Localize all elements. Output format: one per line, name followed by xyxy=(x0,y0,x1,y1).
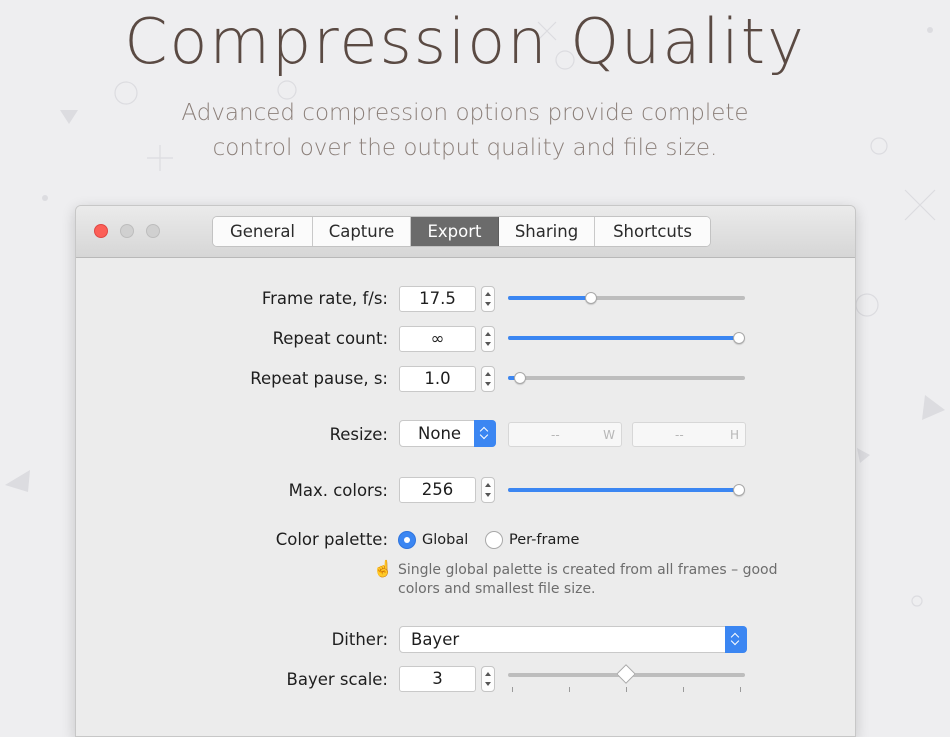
slider-knob[interactable] xyxy=(733,484,745,496)
tick-mark xyxy=(740,687,741,692)
hero-subtitle-line-2: control over the output quality and file… xyxy=(212,135,718,161)
slider-fill xyxy=(508,488,739,492)
max-colors-label: Max. colors: xyxy=(288,481,388,500)
frame-rate-label: Frame rate, f/s: xyxy=(261,289,388,308)
tab-capture[interactable]: Capture xyxy=(313,217,411,246)
height-unit: H xyxy=(729,428,739,442)
tick-mark xyxy=(626,687,627,692)
tick-mark xyxy=(683,687,684,692)
repeat-count-label: Repeat count: xyxy=(272,329,388,348)
slider-fill xyxy=(508,296,591,300)
bayer-scale-field[interactable]: 3 xyxy=(399,666,476,692)
tab-general[interactable]: General xyxy=(213,217,313,246)
repeat-count-slider[interactable] xyxy=(508,332,745,344)
frame-rate-slider[interactable] xyxy=(508,292,745,304)
width-unit: W xyxy=(603,428,615,442)
radio-global-label[interactable]: Global xyxy=(422,531,468,549)
dither-select-value: Bayer xyxy=(411,630,460,649)
minimize-button[interactable] xyxy=(120,224,134,238)
frame-rate-stepper[interactable] xyxy=(481,286,495,312)
width-placeholder: -- xyxy=(551,428,560,442)
tick-mark xyxy=(569,687,570,692)
window-titlebar: General Capture Export Sharing Shortcuts xyxy=(76,206,855,258)
slider-fill xyxy=(508,336,739,340)
chevron-updown-icon xyxy=(725,626,747,653)
preferences-tabs: General Capture Export Sharing Shortcuts xyxy=(212,216,711,247)
repeat-count-field[interactable]: ∞ xyxy=(399,326,476,352)
slider-knob[interactable] xyxy=(584,292,597,304)
repeat-pause-stepper[interactable] xyxy=(481,366,495,392)
tab-shortcuts[interactable]: Shortcuts xyxy=(595,217,710,246)
bayer-scale-ticks xyxy=(508,687,745,693)
palette-hint-line-1: Single global palette is created from al… xyxy=(398,562,778,578)
pointing-hand-icon: ☝️ xyxy=(373,559,393,578)
height-placeholder: -- xyxy=(675,428,684,442)
slider-knob[interactable] xyxy=(733,332,745,344)
tab-sharing[interactable]: Sharing xyxy=(499,217,595,246)
repeat-pause-slider[interactable] xyxy=(508,372,745,384)
chevron-updown-icon xyxy=(474,420,496,447)
tick-mark xyxy=(512,687,513,692)
preferences-window: General Capture Export Sharing Shortcuts… xyxy=(75,205,856,737)
max-colors-stepper[interactable] xyxy=(481,477,495,503)
color-palette-label: Color palette: xyxy=(275,530,388,549)
hero-title: Compression Quality xyxy=(124,5,806,78)
max-colors-slider[interactable] xyxy=(508,484,745,496)
tab-export[interactable]: Export xyxy=(411,217,499,246)
bayer-scale-stepper[interactable] xyxy=(481,666,495,692)
frame-rate-field[interactable]: 17.5 xyxy=(399,286,476,312)
dither-label: Dither: xyxy=(331,630,388,649)
resize-label: Resize: xyxy=(329,425,388,444)
slider-track xyxy=(508,376,745,380)
resize-height-field[interactable]: -- H xyxy=(632,422,746,447)
resize-select-value: None xyxy=(418,424,462,443)
repeat-pause-field[interactable]: 1.0 xyxy=(399,366,476,392)
slider-knob[interactable] xyxy=(513,372,526,384)
radio-per-frame[interactable] xyxy=(485,531,503,549)
repeat-pause-label: Repeat pause, s: xyxy=(250,369,388,388)
palette-hint: Single global palette is created from al… xyxy=(398,561,798,599)
radio-per-frame-label[interactable]: Per-frame xyxy=(509,531,579,549)
resize-select[interactable]: None xyxy=(399,420,496,447)
max-colors-field[interactable]: 256 xyxy=(399,477,476,503)
close-button[interactable] xyxy=(94,224,108,238)
bayer-scale-label: Bayer scale: xyxy=(286,670,388,689)
hero-subtitle: Advanced compression options provide com… xyxy=(0,96,930,166)
palette-hint-line-2: colors and smallest file size. xyxy=(398,581,596,597)
zoom-button[interactable] xyxy=(146,224,160,238)
radio-global[interactable] xyxy=(398,531,416,549)
dither-select[interactable]: Bayer xyxy=(399,626,747,653)
resize-width-field[interactable]: -- W xyxy=(508,422,622,447)
repeat-count-stepper[interactable] xyxy=(481,326,495,352)
hero-subtitle-line-1: Advanced compression options provide com… xyxy=(181,100,749,126)
